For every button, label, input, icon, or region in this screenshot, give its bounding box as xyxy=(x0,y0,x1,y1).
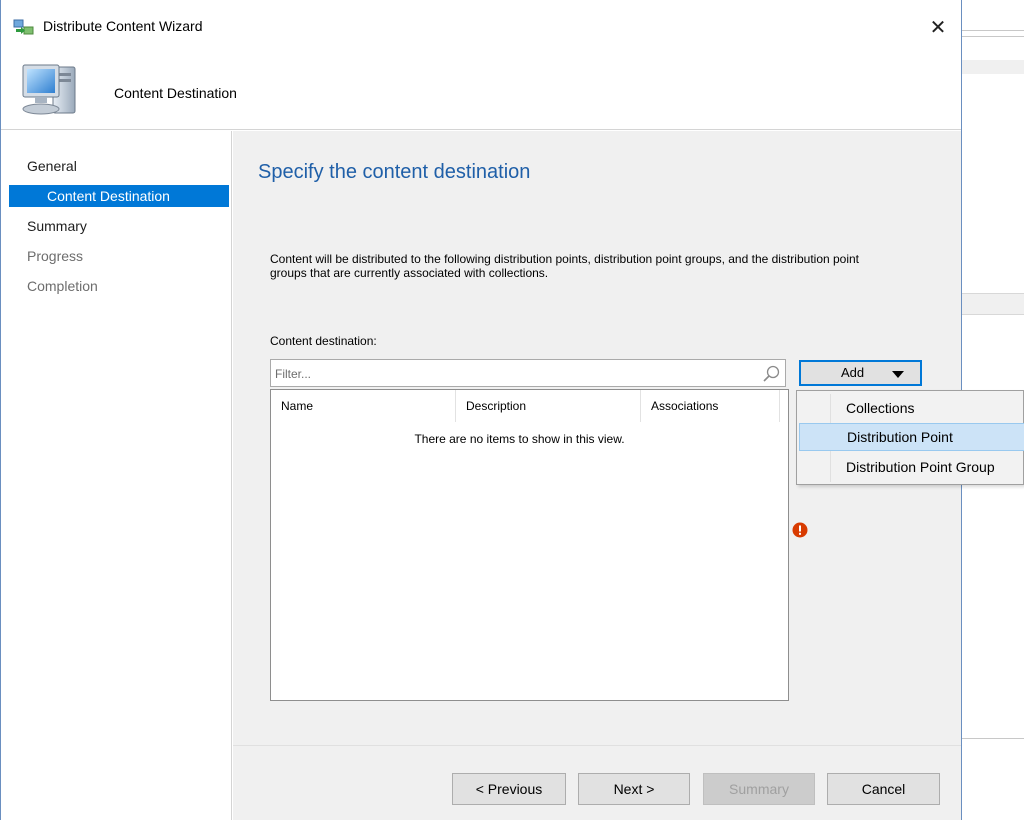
page-title: Specify the content destination xyxy=(258,161,531,183)
wizard-app-icon xyxy=(13,18,35,36)
error-icon xyxy=(792,522,808,538)
add-button-label: Add xyxy=(841,365,865,380)
nav-item-summary[interactable]: Summary xyxy=(27,215,87,237)
nav-item-general[interactable]: General xyxy=(27,155,77,177)
background-divider xyxy=(962,738,1024,739)
wizard-nav: General Content Destination Summary Prog… xyxy=(1,131,232,820)
filter-box xyxy=(270,359,786,387)
computer-icon xyxy=(19,59,81,123)
footer-divider xyxy=(233,745,961,746)
menu-item-distribution-point[interactable]: Distribution Point xyxy=(799,423,1024,451)
chevron-down-icon xyxy=(892,371,904,378)
close-button[interactable]: ✕ xyxy=(923,12,953,42)
menu-item-distribution-point-group[interactable]: Distribution Point Group xyxy=(799,453,1024,481)
summary-button: Summary xyxy=(703,773,815,805)
background-band xyxy=(962,293,1024,315)
header-title: Content Destination xyxy=(114,85,237,101)
column-header-associations[interactable]: Associations xyxy=(641,390,780,422)
destination-list[interactable]: Name Description Associations There are … xyxy=(270,389,789,701)
cancel-button[interactable]: Cancel xyxy=(827,773,940,805)
background-divider xyxy=(962,36,1024,37)
background-band xyxy=(962,60,1024,74)
add-dropdown-menu: Collections Distribution Point Distribut… xyxy=(796,390,1024,485)
column-header-description[interactable]: Description xyxy=(456,390,641,422)
page-description: Content will be distributed to the follo… xyxy=(270,252,860,280)
background-divider xyxy=(962,30,1024,31)
content-destination-label: Content destination: xyxy=(270,334,377,348)
column-header-name[interactable]: Name xyxy=(271,390,456,422)
filter-input[interactable] xyxy=(275,365,755,383)
nav-item-completion: Completion xyxy=(27,278,98,294)
empty-list-message: There are no items to show in this view. xyxy=(414,432,625,446)
menu-item-collections[interactable]: Collections xyxy=(799,394,1024,422)
title-bar: Distribute Content Wizard ✕ xyxy=(1,0,961,50)
nav-item-progress: Progress xyxy=(27,248,84,264)
previous-button[interactable]: < Previous xyxy=(452,773,566,805)
next-button[interactable]: Next > xyxy=(578,773,690,805)
search-icon[interactable] xyxy=(761,364,781,384)
wizard-header: Content Destination xyxy=(1,50,961,130)
nav-item-content-destination[interactable]: Content Destination xyxy=(9,185,229,207)
add-button[interactable]: Add xyxy=(799,360,922,386)
window-title: Distribute Content Wizard xyxy=(43,18,203,34)
